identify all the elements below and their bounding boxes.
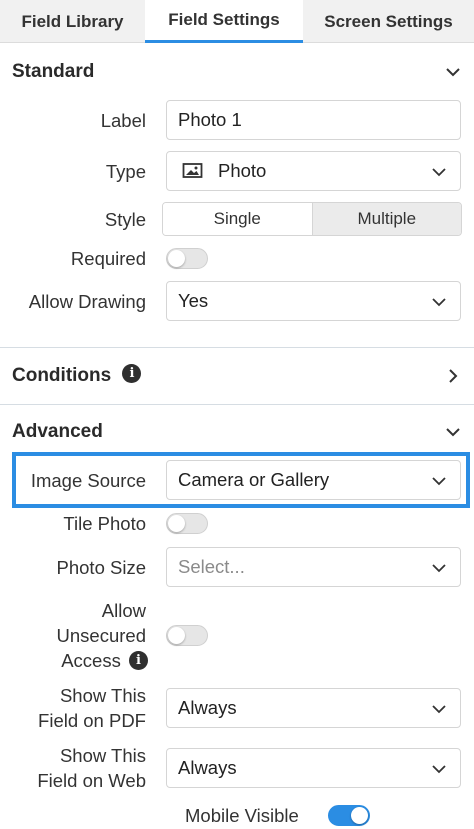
web-label-line1: Show This: [59, 745, 146, 766]
mobile-visible-toggle[interactable]: [328, 805, 370, 826]
photo-size-field-label: Photo Size: [56, 557, 146, 578]
chevron-down-icon: [432, 765, 446, 774]
tab-screen-settings[interactable]: Screen Settings: [303, 0, 474, 43]
web-label-line2: Field on Web: [37, 770, 146, 791]
pdf-label-line1: Show This: [59, 685, 146, 706]
show-on-pdf-value: Always: [178, 697, 237, 718]
type-select-value: Photo: [218, 160, 267, 181]
chevron-down-icon: [432, 705, 446, 714]
allow-drawing-select[interactable]: Yes: [166, 281, 461, 321]
image-icon: [182, 163, 203, 178]
image-source-field-label: Image Source: [30, 470, 146, 491]
type-select[interactable]: Photo: [166, 151, 461, 191]
unsecured-label-line1: Allow: [101, 600, 146, 621]
image-source-select[interactable]: Camera or Gallery: [166, 460, 461, 500]
divider: [0, 347, 474, 348]
mobile-visible-label: Mobile Visible: [185, 805, 299, 826]
label-input[interactable]: Photo 1: [166, 100, 461, 140]
image-source-value: Camera or Gallery: [178, 469, 330, 490]
advanced-section-title: Advanced: [12, 421, 103, 442]
chevron-down-icon: [432, 477, 446, 486]
allow-drawing-value: Yes: [178, 290, 209, 311]
style-option-multiple[interactable]: Multiple: [311, 203, 461, 235]
style-field-label: Style: [104, 209, 146, 230]
photo-size-placeholder: Select...: [178, 556, 245, 577]
info-icon[interactable]: i: [122, 364, 142, 384]
chevron-down-icon: [446, 428, 460, 437]
style-segmented-control: Single Multiple: [162, 202, 462, 236]
show-on-web-value: Always: [178, 757, 237, 778]
info-icon[interactable]: i: [129, 650, 148, 670]
chevron-down-icon: [432, 298, 446, 307]
toggle-knob: [351, 807, 368, 824]
allow-drawing-field-label: Allow Drawing: [28, 291, 146, 312]
toggle-knob: [168, 515, 185, 532]
conditions-title-text: Conditions: [12, 365, 112, 386]
unsecured-access-toggle[interactable]: [166, 625, 208, 646]
tile-photo-toggle[interactable]: [166, 513, 208, 534]
show-on-web-select[interactable]: Always: [166, 748, 461, 788]
toggle-knob: [168, 627, 185, 644]
tab-field-library[interactable]: Field Library: [0, 0, 145, 43]
label-input-value: Photo 1: [178, 109, 242, 130]
chevron-right-icon: [449, 369, 458, 383]
advanced-section-header[interactable]: Advanced: [0, 408, 474, 456]
style-option-single[interactable]: Single: [163, 203, 312, 235]
unsecured-label-line3: Access i: [61, 648, 148, 673]
divider: [0, 404, 474, 405]
unsecured-label-line2: Unsecured: [56, 625, 146, 646]
chevron-down-icon: [446, 68, 460, 77]
pdf-label-line2: Field on PDF: [38, 710, 146, 731]
standard-section-title: Standard: [12, 61, 95, 82]
standard-section-header[interactable]: Standard: [0, 48, 474, 96]
type-field-label: Type: [105, 161, 146, 182]
tab-bar: Field Library Field Settings Screen Sett…: [0, 0, 474, 43]
chevron-down-icon: [432, 168, 446, 177]
label-field-label: Label: [100, 110, 146, 131]
conditions-section-title: Conditions i: [12, 364, 142, 387]
required-toggle[interactable]: [166, 248, 208, 269]
chevron-down-icon: [432, 564, 446, 573]
conditions-section-header[interactable]: Conditions i: [0, 352, 474, 400]
required-field-label: Required: [70, 248, 146, 269]
show-on-pdf-select[interactable]: Always: [166, 688, 461, 728]
tile-photo-field-label: Tile Photo: [63, 513, 146, 534]
tab-field-settings[interactable]: Field Settings: [145, 0, 303, 43]
toggle-knob: [168, 250, 185, 267]
unsecured-label-line3-text: Access: [61, 650, 121, 671]
photo-size-select[interactable]: Select...: [166, 547, 461, 587]
